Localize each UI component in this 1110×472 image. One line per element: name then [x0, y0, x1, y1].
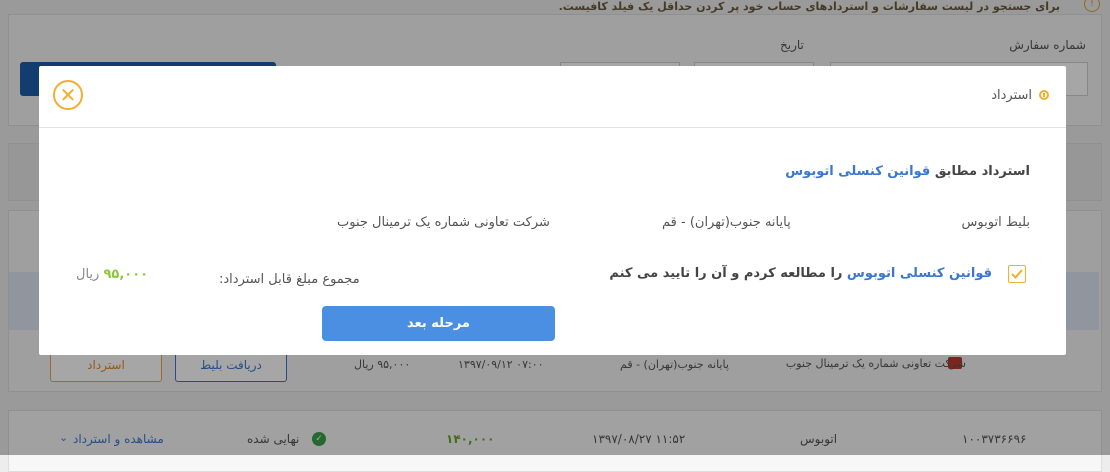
amount-currency: ریال	[76, 267, 100, 282]
history-type: اتوبوس	[800, 432, 838, 446]
close-icon[interactable]: ✕	[53, 80, 83, 110]
row-price: ۹۵,۰۰۰ ریال	[354, 358, 411, 371]
row-route: پایانه جنوب(تهران) - قم	[620, 358, 729, 371]
history-row	[8, 410, 1102, 472]
checkmark-icon	[1011, 269, 1023, 279]
search-notice: برای جستجو در لیست سفارشات و استردادهای …	[558, 0, 1060, 13]
row-company: شرکت تعاونی شماره یک ترمینال جنوب	[785, 357, 966, 370]
rule-prefix: استرداد مطابق	[934, 164, 1030, 179]
modal-title: استرداد	[991, 88, 1032, 103]
history-status: نهایی شده	[247, 432, 300, 446]
next-step-button[interactable]: مرحله بعد	[322, 306, 555, 341]
warning-icon: !	[1084, 0, 1100, 12]
modal-header: ✕ استرداد	[39, 66, 1066, 128]
check-circle-icon: ✓	[312, 432, 326, 446]
total-refund-label: مجموع مبلغ قابل استرداد:	[219, 272, 360, 287]
agree-text: قوانین کنسلی اتوبوس را مطالعه کردم و آن …	[609, 266, 992, 281]
amount-value: ۹۵,۰۰۰	[103, 267, 149, 282]
history-order-id: ۱۰۰۳۷۳۶۶۹۶	[962, 432, 1027, 446]
refund-modal: ✕ استرداد استرداد مطابق قوانین کنسلی اتو…	[39, 66, 1066, 355]
date-label: تاریخ	[780, 38, 804, 52]
refund-amount: ۹۵,۰۰۰ ریال	[76, 267, 148, 282]
view-refund-link[interactable]: مشاهده و استرداد	[73, 432, 164, 446]
refund-icon	[1039, 90, 1049, 100]
agree-suffix: را مطالعه کردم و آن را تایید می کنم	[609, 266, 843, 281]
company-name: شرکت تعاونی شماره یک ترمینال جنوب	[337, 215, 550, 230]
row-datetime: ۱۳۹۷/۰۹/۱۲ ۰۷:۰۰	[458, 358, 544, 371]
cancellation-rules-link[interactable]: قوانین کنسلی اتوبوس	[785, 164, 930, 179]
agree-rules-link[interactable]: قوانین کنسلی اتوبوس	[847, 266, 992, 281]
history-datetime: ۱۳۹۷/۰۸/۲۷ ۱۱:۵۲	[592, 432, 686, 446]
route: پایانه جنوب(تهران) - قم	[662, 215, 791, 230]
history-price: ۱۴۰,۰۰۰	[446, 432, 495, 446]
agree-checkbox[interactable]	[1008, 265, 1026, 283]
ticket-type: بلیط اتوبوس	[961, 215, 1030, 230]
order-number-label: شماره سفارش	[1009, 38, 1086, 52]
refund-rule-line: استرداد مطابق قوانین کنسلی اتوبوس	[785, 164, 1030, 179]
chevron-down-icon[interactable]: ⌄	[59, 431, 68, 444]
